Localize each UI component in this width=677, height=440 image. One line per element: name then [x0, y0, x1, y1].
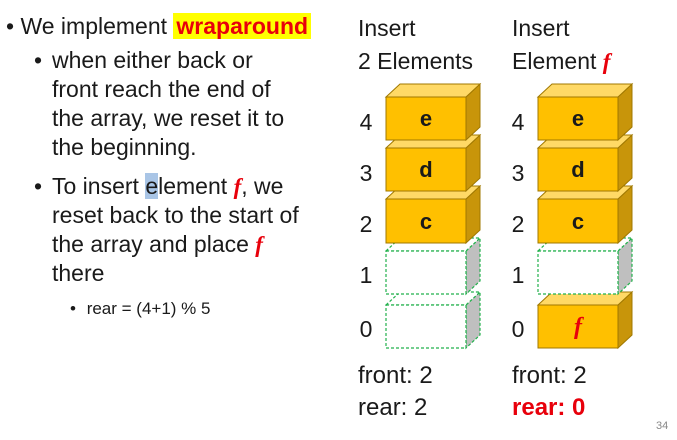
left-rear-label: rear: 2 [358, 394, 428, 421]
bullet-1: • We implement wraparound [6, 12, 312, 41]
array-cell-empty [536, 236, 634, 296]
bullet-2-line: the beginning. [52, 134, 197, 160]
cell-value: d [419, 157, 432, 182]
left-index-1: 1 [359, 262, 373, 288]
element-f-label: f [255, 232, 263, 257]
bullet-3-line: the array and place f [52, 231, 263, 257]
right-index-2: 2 [511, 211, 525, 237]
bullet-1-text: We implement [20, 13, 174, 39]
bullet-dot: • [70, 299, 76, 318]
bullet-3-line: To insert element f, we [52, 173, 284, 199]
bullet-3-line: there [52, 260, 105, 286]
bullet-4-text: rear = (4+1) % 5 [86, 299, 211, 318]
cell-value: c [572, 209, 584, 234]
left-array-cells: e d c [384, 82, 482, 350]
array-cell-f [536, 290, 634, 350]
bullet-3-line: reset back to the start of [52, 202, 299, 228]
cell-value: e [420, 106, 432, 131]
bullet-2-line: when either back or [52, 47, 253, 73]
left-index-3: 3 [359, 160, 373, 186]
cell-value: d [571, 157, 584, 182]
left-index-2: 2 [359, 211, 373, 237]
right-array-cells: e d c f [536, 82, 634, 350]
bullet-dot: • [34, 47, 43, 73]
left-index-0: 0 [359, 316, 373, 342]
right-index-1: 1 [511, 262, 525, 288]
left-index-4: 4 [359, 109, 373, 135]
wraparound-keyword: wraparound [173, 13, 312, 39]
bullet-dot: • [34, 173, 43, 199]
cell-value: e [572, 106, 584, 131]
array-cell-empty [384, 290, 482, 350]
right-index-4: 4 [511, 109, 525, 135]
bullet-2-line: the array, we reset it to [52, 105, 285, 131]
array-cell-d [536, 133, 634, 193]
right-rear-label: rear: 0 [512, 394, 586, 421]
text-cursor-highlight: e [145, 173, 159, 199]
page-number: 34 [656, 420, 669, 432]
array-cell-empty [384, 236, 482, 296]
bullet-2: • when either back or front reach the en… [34, 46, 284, 162]
right-front-label: front: 2 [512, 362, 587, 389]
array-cell-c [384, 184, 482, 245]
array-cell-e [536, 82, 634, 142]
bullet-dot: • [6, 13, 15, 39]
left-array-header: Insert 2 Elements [358, 15, 474, 74]
bullet-2-line: front reach the end of [52, 76, 271, 102]
bullet-4: • rear = (4+1) % 5 [70, 298, 210, 320]
bullet-3: • To insert element f, we reset back to … [34, 172, 299, 288]
array-cell-e [384, 82, 482, 142]
right-index-3: 3 [511, 160, 525, 186]
array-cell-d [384, 133, 482, 193]
right-array-header: Insert Element f [512, 15, 611, 74]
array-cell-c [536, 184, 634, 245]
cell-value: c [420, 209, 432, 234]
left-front-label: front: 2 [358, 362, 433, 389]
right-index-0: 0 [511, 316, 525, 342]
